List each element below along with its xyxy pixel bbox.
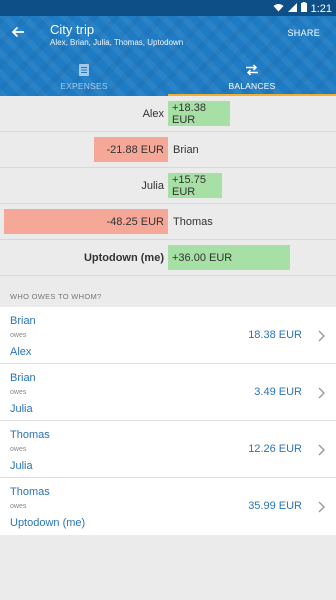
balance-value: +36.00 EUR <box>172 251 233 264</box>
wifi-icon <box>273 3 284 15</box>
balance-value: -21.88 EUR <box>106 143 164 156</box>
tab-expenses-label: EXPENSES <box>60 81 108 91</box>
owes-label: owes <box>10 446 27 453</box>
chevron-right-icon <box>316 386 326 399</box>
debts-list: Brian owes Alex 18.38 EUR Brian owes Jul… <box>0 307 336 535</box>
debt-row[interactable]: Brian owes Alex 18.38 EUR <box>0 307 336 364</box>
balance-row: -21.88 EUR Brian <box>0 132 336 168</box>
balance-name: Brian <box>173 144 199 156</box>
debt-amount: 12.26 EUR <box>248 443 302 455</box>
share-button[interactable]: SHARE <box>287 28 320 38</box>
balance-value: +15.75 EUR <box>172 173 206 198</box>
debtor-name: Thomas <box>10 429 50 441</box>
page-title: City trip <box>50 22 95 37</box>
creditor-name: Julia <box>10 460 33 472</box>
list-icon <box>79 63 89 77</box>
creditor-name: Julia <box>10 403 33 415</box>
balance-value: +18.38 EUR <box>172 101 206 126</box>
balance-bar-positive: +15.75 EUR <box>168 173 222 198</box>
app-bar: City trip Alex, Brian, Julia, Thomas, Up… <box>0 16 336 96</box>
chevron-right-icon <box>316 500 326 513</box>
debt-amount: 35.99 EUR <box>248 500 302 512</box>
balance-bar-positive: +36.00 EUR <box>168 245 290 270</box>
tab-balances[interactable]: BALANCES <box>168 58 336 96</box>
section-header: WHO OWES TO WHOM? <box>10 292 102 301</box>
signal-icon <box>287 2 297 15</box>
debtor-name: Brian <box>10 315 36 327</box>
battery-icon <box>300 2 307 15</box>
status-time: 1:21 <box>310 2 332 15</box>
creditor-name: Uptodown (me) <box>10 517 86 529</box>
balance-name: Alex <box>142 108 164 120</box>
owes-label: owes <box>10 503 27 510</box>
debt-amount: 3.49 EUR <box>254 386 302 398</box>
tab-bar: EXPENSES BALANCES <box>0 58 336 96</box>
balance-bar-negative: -48.25 EUR <box>4 209 168 234</box>
tab-expenses[interactable]: EXPENSES <box>0 58 168 96</box>
creditor-name: Alex <box>10 346 32 358</box>
debt-amount: 18.38 EUR <box>248 329 302 341</box>
debtor-name: Brian <box>10 372 36 384</box>
debt-row[interactable]: Thomas owes Julia 12.26 EUR <box>0 421 336 478</box>
balance-row: Julia +15.75 EUR <box>0 168 336 204</box>
balance-row: -48.25 EUR Thomas <box>0 204 336 240</box>
balance-name: Julia <box>141 180 164 192</box>
tab-balances-label: BALANCES <box>228 81 276 91</box>
debtor-name: Thomas <box>10 486 50 498</box>
participants-subtitle: Alex, Brian, Julia, Thomas, Uptodown <box>50 38 184 47</box>
owes-label: owes <box>10 332 27 339</box>
chevron-right-icon <box>316 443 326 456</box>
balance-bar-negative: -21.88 EUR <box>94 137 168 162</box>
chevron-right-icon <box>316 329 326 342</box>
balances-list: Alex +18.38 EUR -21.88 EUR Brian Julia +… <box>0 96 336 276</box>
owes-label: owes <box>10 389 27 396</box>
balance-name: Thomas <box>173 216 213 228</box>
debt-row[interactable]: Thomas owes Uptodown (me) 35.99 EUR <box>0 478 336 535</box>
balance-name: Uptodown (me) <box>83 252 164 264</box>
balance-row: Uptodown (me) +36.00 EUR <box>0 240 336 276</box>
balance-value: -48.25 EUR <box>106 215 164 228</box>
arrow-left-icon <box>11 25 25 43</box>
balance-bar-positive: +18.38 EUR <box>168 101 230 126</box>
balance-row: Alex +18.38 EUR <box>0 96 336 132</box>
back-button[interactable] <box>6 22 30 46</box>
swap-arrows-icon <box>245 63 259 77</box>
status-bar: 1:21 <box>0 0 336 16</box>
debt-row[interactable]: Brian owes Julia 3.49 EUR <box>0 364 336 421</box>
